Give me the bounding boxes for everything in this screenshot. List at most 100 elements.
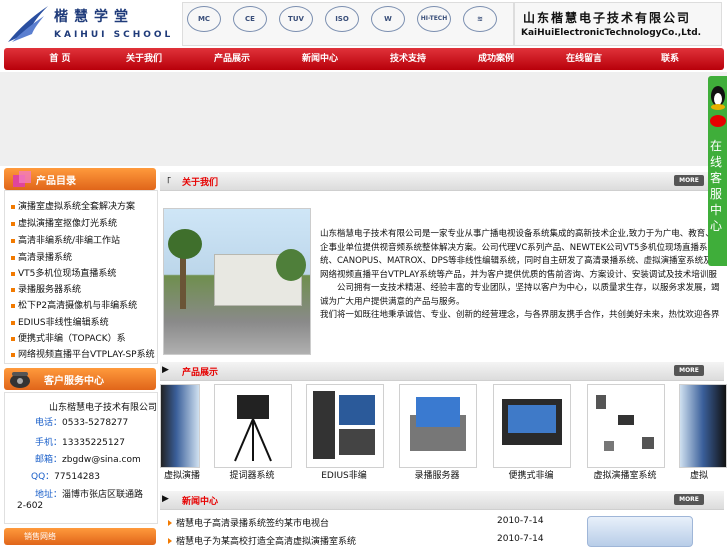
news-bar: ▶ 新闻中心 MORE [160,491,724,510]
category-item[interactable]: 便携式非编（TOPACK）系 [11,331,126,344]
telephone-icon [10,372,30,388]
news-more-button[interactable]: MORE [674,494,704,505]
server-icon [410,397,466,451]
company-name-en: KaiHuiElectronicTechnologyCo.,Ltd. [521,28,702,38]
category-item[interactable]: 演播室虚拟系统全套解决方案 [11,199,135,212]
certification-strip: MC CE TUV ISO W HI-TECH ≋ [182,2,514,46]
category-item[interactable]: EDIUS非线性编辑系统 [11,315,109,328]
email-link[interactable]: zbgdw@sina.com [62,455,141,465]
cert-wave-icon: ≋ [463,6,497,32]
penguin-icon [710,86,726,127]
service-qq-row: QQ：77514283 [31,469,100,482]
logo-subtitle: KAIHUI SCHOOL [54,30,174,40]
category-item[interactable]: 高清非编系统/非编工作站 [11,233,120,246]
tel-value: 0533-5278277 [62,418,129,428]
news-date: 2010-7-14 [497,534,544,544]
news-title: 新闻中心 [182,497,219,507]
nav-home[interactable]: 首 页 [30,48,90,70]
service-mobile-row: 手机：13335225127 [35,435,125,448]
workstation-icon [313,391,375,459]
service-panel: 山东楷慧电子技术有限公司 电话：0533-5278277 手机：13335225… [4,392,158,524]
cert-ce-icon: CE [233,6,267,32]
product-name-2[interactable]: 提词器系统 [214,468,290,481]
teleprompter-icon [234,395,272,462]
product-thumb-7[interactable] [679,384,727,468]
nav-products[interactable]: 产品展示 [202,48,262,70]
product-thumb-3[interactable] [306,384,384,468]
palm-leaves [168,229,202,259]
logo-title: 楷慧学堂 [54,9,134,25]
service-tel-row: 电话：0533-5278277 [35,415,128,428]
nav-cases[interactable]: 成功案例 [466,48,526,70]
nav-about[interactable]: 关于我们 [114,48,174,70]
product-thumb-6[interactable] [587,384,665,468]
mobile-value: 13335225127 [62,438,126,448]
email-label: 邮箱： [35,455,63,465]
online-service-label: 在线客服中心 [710,139,723,233]
company-building-photo [163,208,311,355]
product-name-1[interactable]: 虚拟演播 [160,468,204,481]
products-bar: ▶ 产品展示 MORE [160,362,724,381]
category-item[interactable]: 网络视频直播平台VTPLAY-SP系统 [11,347,155,360]
service-email-row: 邮箱：zbgdw@sina.com [35,452,141,465]
cube-icon [13,171,31,187]
news-item[interactable]: 楷慧电子为某高校打造全高清虚拟演播室系统 [168,534,356,547]
sales-title[interactable]: 销售网络 [24,531,56,542]
cert-hitech-icon: HI-TECH [417,6,451,32]
category-item[interactable]: 松下P2高清摄像机与非编系统 [11,298,137,311]
about-paragraph-3: 我们将一如既往地秉承诚信、专业、创新的经营理念，与各界朋友携手合作，共创美好未来… [320,310,720,320]
cert-w-icon: W [371,6,405,32]
catalog-list: 演播室虚拟系统全套解决方案 虚拟演播室抠像灯光系统 高清非编系统/非编工作站 高… [4,190,158,364]
addr-value: 淄博市张店区联通路 [62,490,144,500]
service-company: 山东楷慧电子技术有限公司 [49,403,158,413]
about-more-button[interactable]: MORE [674,175,704,186]
logo-wing-icon [8,6,48,42]
catalog-title: 产品目录 [36,176,76,187]
addr-label: 地址： [35,490,63,500]
about-bar: 「 关于我们 MORE [160,172,724,191]
product-thumb-4[interactable] [399,384,477,468]
company-name-cn: 山东楷慧电子技术有限公司 [523,11,692,25]
mobile-label: 手机： [35,438,63,448]
product-name-4[interactable]: 录播服务器 [399,468,475,481]
product-thumb-2[interactable] [214,384,292,468]
nav-news[interactable]: 新闻中心 [290,48,350,70]
products-title: 产品展示 [182,368,219,378]
products-more-button[interactable]: MORE [674,365,704,376]
news-date: 2010-7-14 [497,516,544,526]
product-thumb-1[interactable] [160,384,200,468]
cert-iso-icon: ISO [325,6,359,32]
portable-editor-icon [502,399,562,445]
nav-support[interactable]: 技术支持 [378,48,438,70]
banner-area [0,72,727,166]
qq-label: QQ： [31,472,55,482]
product-name-6[interactable]: 虚拟演播室系统 [587,468,663,481]
product-name-5[interactable]: 便携式非编 [493,468,569,481]
nav-message[interactable]: 在线留言 [554,48,614,70]
tel-label: 电话： [35,418,63,428]
category-item[interactable]: VT5多机位现场直播系统 [11,266,116,279]
news-mark: ▶ [162,494,169,504]
about-paragraph-1: 山东楷慧电子技术有限公司是一家专业从事广播电视设备系统集成的高新技术企业,致力于… [320,229,717,280]
online-service-float[interactable]: 在线客服中心 [708,76,727,266]
service-title: 客户服务中心 [44,376,104,387]
about-title: 关于我们 [182,178,219,188]
about-text: 山东楷慧电子技术有限公司是一家专业从事广播电视设备系统集成的高新技术企业,致力于… [320,228,720,323]
main-nav: 首 页 关于我们 产品展示 新闻中心 技术支持 成功案例 在线留言 联系 [4,48,724,70]
qq-value: 77514283 [54,472,100,482]
category-item[interactable]: 高清录播系统 [11,250,72,263]
product-name-7[interactable]: 虚拟 [679,468,719,481]
promo-badge[interactable] [587,516,693,547]
products-mark: ▶ [162,365,169,375]
about-mark: 「 [162,178,172,188]
about-paragraph-2: 公司拥有一支技术精湛、经验丰富的专业团队，坚持以客户为中心，以质量求生存，以服务… [320,283,720,307]
tree-right [276,249,306,281]
category-item[interactable]: 虚拟演播室抠像灯光系统 [11,216,117,229]
catalog-header: 产品目录 [4,168,156,190]
news-item[interactable]: 楷慧电子高清录播系统签约某市电视台 [168,516,329,529]
cert-mc-icon: MC [187,6,221,32]
product-thumb-5[interactable] [493,384,571,468]
product-name-3[interactable]: EDIUS非编 [306,468,382,481]
nav-contact[interactable]: 联系 [640,48,700,70]
category-item[interactable]: 录播服务器系统 [11,282,81,295]
